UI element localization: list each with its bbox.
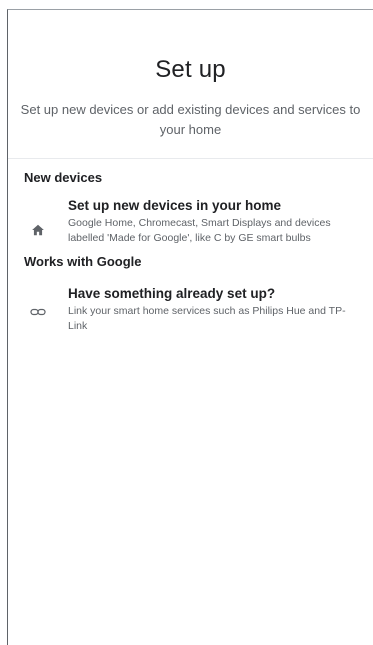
header: Set up Set up new devices or add existin… bbox=[8, 10, 373, 140]
setup-new-devices-body: Set up new devices in your home Google H… bbox=[68, 197, 373, 246]
link-icon bbox=[8, 285, 68, 317]
setup-screen: Set up Set up new devices or add existin… bbox=[7, 9, 373, 645]
setup-new-devices-title: Set up new devices in your home bbox=[68, 198, 282, 213]
home-icon bbox=[8, 197, 68, 237]
header-divider bbox=[8, 158, 373, 159]
page-subtitle: Set up new devices or add existing devic… bbox=[20, 102, 361, 137]
link-existing-services-item[interactable]: Have something already set up? Link your… bbox=[8, 285, 373, 334]
link-existing-services-body: Have something already set up? Link your… bbox=[68, 285, 373, 334]
setup-new-devices-item[interactable]: Set up new devices in your home Google H… bbox=[8, 197, 373, 246]
link-existing-services-title: Have something already set up? bbox=[68, 286, 276, 301]
section-title-new-devices: New devices bbox=[24, 170, 103, 185]
setup-new-devices-description: Google Home, Chromecast, Smart Displays … bbox=[68, 217, 331, 244]
section-title-works-with-google: Works with Google bbox=[24, 254, 142, 269]
link-existing-services-description: Link your smart home services such as Ph… bbox=[68, 305, 346, 332]
page-title: Set up bbox=[155, 56, 226, 83]
